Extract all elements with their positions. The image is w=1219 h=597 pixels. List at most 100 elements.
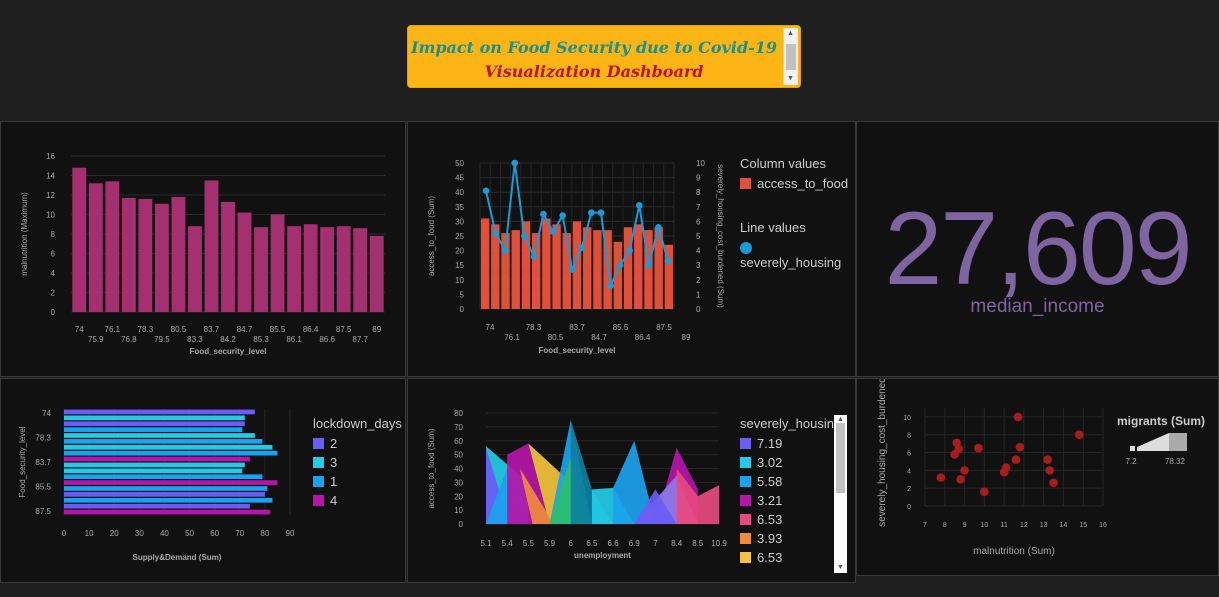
line-point [578, 244, 586, 251]
supply-demand-bar-chart-panel[interactable]: 0 10 20 30 40 50 60 70 80 90 74 78.3 83.7 85.5 87.5 Sup… [0, 378, 406, 583]
line-point [521, 232, 528, 240]
scrollbar-thumb[interactable] [786, 44, 796, 70]
legend-item[interactable]: 1 [313, 474, 337, 489]
legend-item[interactable]: 6.53 [740, 512, 782, 527]
x-tick-label: 10 [980, 522, 988, 529]
line-point [501, 247, 509, 254]
line-point [549, 228, 557, 235]
x-tick-label: 76.8 [121, 335, 137, 344]
legend-label: 2 [330, 436, 338, 451]
scroll-up-icon[interactable]: ▲ [787, 30, 794, 38]
x-tick-label: 9 [963, 522, 967, 529]
legend-line-item[interactable]: severely_housing [740, 240, 855, 270]
x-tick-label: 78.3 [138, 325, 154, 334]
size-legend-wedge [1137, 433, 1169, 451]
legend-item[interactable]: 6.53 [740, 550, 782, 565]
y-tick-label: 87.5 [35, 507, 51, 516]
y-tick-label: 10 [903, 415, 911, 422]
scatter-point [1074, 430, 1084, 440]
y-tick-label: 10 [46, 211, 55, 220]
dashboard-subtitle: Visualization Dashboard [484, 62, 704, 81]
y-tick-label: 10 [455, 276, 464, 285]
y-axis-label: severely_housing_cost_burdened [877, 379, 888, 527]
bar [64, 433, 255, 438]
bar [64, 492, 265, 497]
unemployment-area-chart-panel[interactable]: 0 10 20 30 40 50 60 70 80 5.1 5.4 5.5 5.9 6 6.5 6.6 6.9 7… [407, 378, 856, 583]
line-point [559, 212, 566, 219]
legend-item[interactable]: 3.93 [740, 531, 782, 546]
malnutrition-bar-chart-panel[interactable]: 0 2 4 6 8 10 12 14 16 74 75.9 76.1 76.8 78.3 79.5 80.5 8… [0, 121, 406, 377]
bar [64, 503, 250, 509]
bar [64, 480, 278, 485]
legend-label: 6.53 [757, 512, 783, 527]
legend-column-item[interactable]: access_to_food [740, 176, 848, 191]
malnutrition-scatter-chart-panel[interactable]: 7 8 9 10 11 12 13 14 15 16 0 2 4 6 8 10 malnutrition (Su… [856, 378, 1219, 576]
y2-tick-label: 0 [696, 305, 701, 314]
scrollbar-thumb[interactable] [836, 423, 845, 493]
x-tick-label: 86.4 [635, 333, 651, 342]
y-tick-label: 6 [51, 250, 56, 259]
legend-item[interactable]: 2 [313, 436, 337, 451]
x-tick-label: 13 [1040, 522, 1048, 529]
median-income-card[interactable]: 27,609 median_income [856, 121, 1219, 377]
line-point [626, 247, 633, 254]
x-tick-label: 83.7 [204, 325, 220, 334]
y-tick-label: 12 [46, 191, 55, 200]
y-tick-label: 20 [455, 247, 464, 256]
y-tick-label: 4 [51, 269, 56, 278]
bar [64, 421, 245, 427]
bar [64, 456, 250, 462]
x-tick-label: 78.3 [526, 323, 542, 332]
y-tick-label: 50 [454, 451, 463, 460]
bar [105, 181, 120, 312]
card-value: 27,609 [884, 191, 1192, 307]
bar [369, 235, 384, 312]
scroll-down-icon[interactable]: ▼ [837, 564, 844, 572]
x-tick-label: 15 [1079, 522, 1087, 529]
x-tick-label: 74 [75, 325, 84, 334]
scatter-point [1049, 478, 1058, 488]
y-tick-label: 35 [455, 203, 464, 212]
malnutrition-bar-chart: 02468101214167475.976.176.878.379.580.58… [20, 152, 385, 356]
legend-label: 3.21 [757, 493, 783, 508]
legend-line-title: Line values [740, 220, 806, 235]
legend-swatch [740, 552, 751, 563]
legend-dot [740, 242, 752, 254]
legend-item[interactable]: 3.02 [740, 455, 782, 470]
x-tick-label: 87.5 [336, 325, 352, 334]
y-tick-label: 0 [459, 520, 464, 529]
unemployment-area-chart: 0 10 20 30 40 50 60 70 80 5.1 5.4 5.5 5.9 6 6.5 6.6 6.9 7… [427, 409, 727, 560]
scatter-point [974, 443, 983, 453]
x-tick-label: 7 [653, 539, 658, 548]
x-tick-label: 76.1 [504, 333, 520, 342]
scatter-point [936, 473, 946, 482]
legend-item[interactable]: 5.58 [740, 474, 782, 489]
access-to-food-combo-chart-panel[interactable]: 0 5 10 15 20 25 30 35 40 45 50 0 1 2 3 4 5 6 7 8 9 10 74 78.3 83… [407, 121, 856, 377]
y-tick-label: 20 [454, 492, 463, 501]
x-tick-label: 85.5 [613, 323, 629, 332]
y-tick-label: 85.5 [35, 483, 51, 492]
dashboard-title-box: Impact on Food Security due to Covid-19 … [407, 25, 801, 88]
x-tick-label: 60 [210, 529, 219, 538]
y-axis-label: malnutrition (Maximum) [20, 192, 29, 276]
line-point [655, 223, 662, 231]
legend-item[interactable]: 4 [313, 493, 337, 508]
y-tick-label: 10 [454, 506, 463, 515]
x-tick-label: 5.4 [502, 539, 514, 548]
legend-swatch [313, 495, 324, 506]
legend-label: 4 [330, 493, 338, 508]
scroll-down-icon[interactable]: ▼ [787, 75, 794, 83]
bar [64, 439, 263, 444]
title-scrollbar[interactable]: ▲ ▼ [783, 28, 798, 85]
y-tick-label: 30 [454, 478, 463, 487]
legend-item[interactable]: 3 [313, 455, 337, 470]
x-axis-label: malnutrition (Sum) [973, 546, 1055, 557]
size-legend-max-marker [1169, 433, 1187, 451]
x-tick-label: 86.4 [303, 325, 319, 334]
column-bar [623, 227, 633, 309]
legend-item[interactable]: 7.19 [740, 436, 782, 451]
legend-item[interactable]: 3.21 [740, 493, 782, 508]
x-tick-label: 84.7 [237, 325, 253, 334]
y2-tick-label: 4 [696, 247, 701, 256]
legend-scrollbar[interactable]: ▲ ▼ [834, 415, 847, 573]
